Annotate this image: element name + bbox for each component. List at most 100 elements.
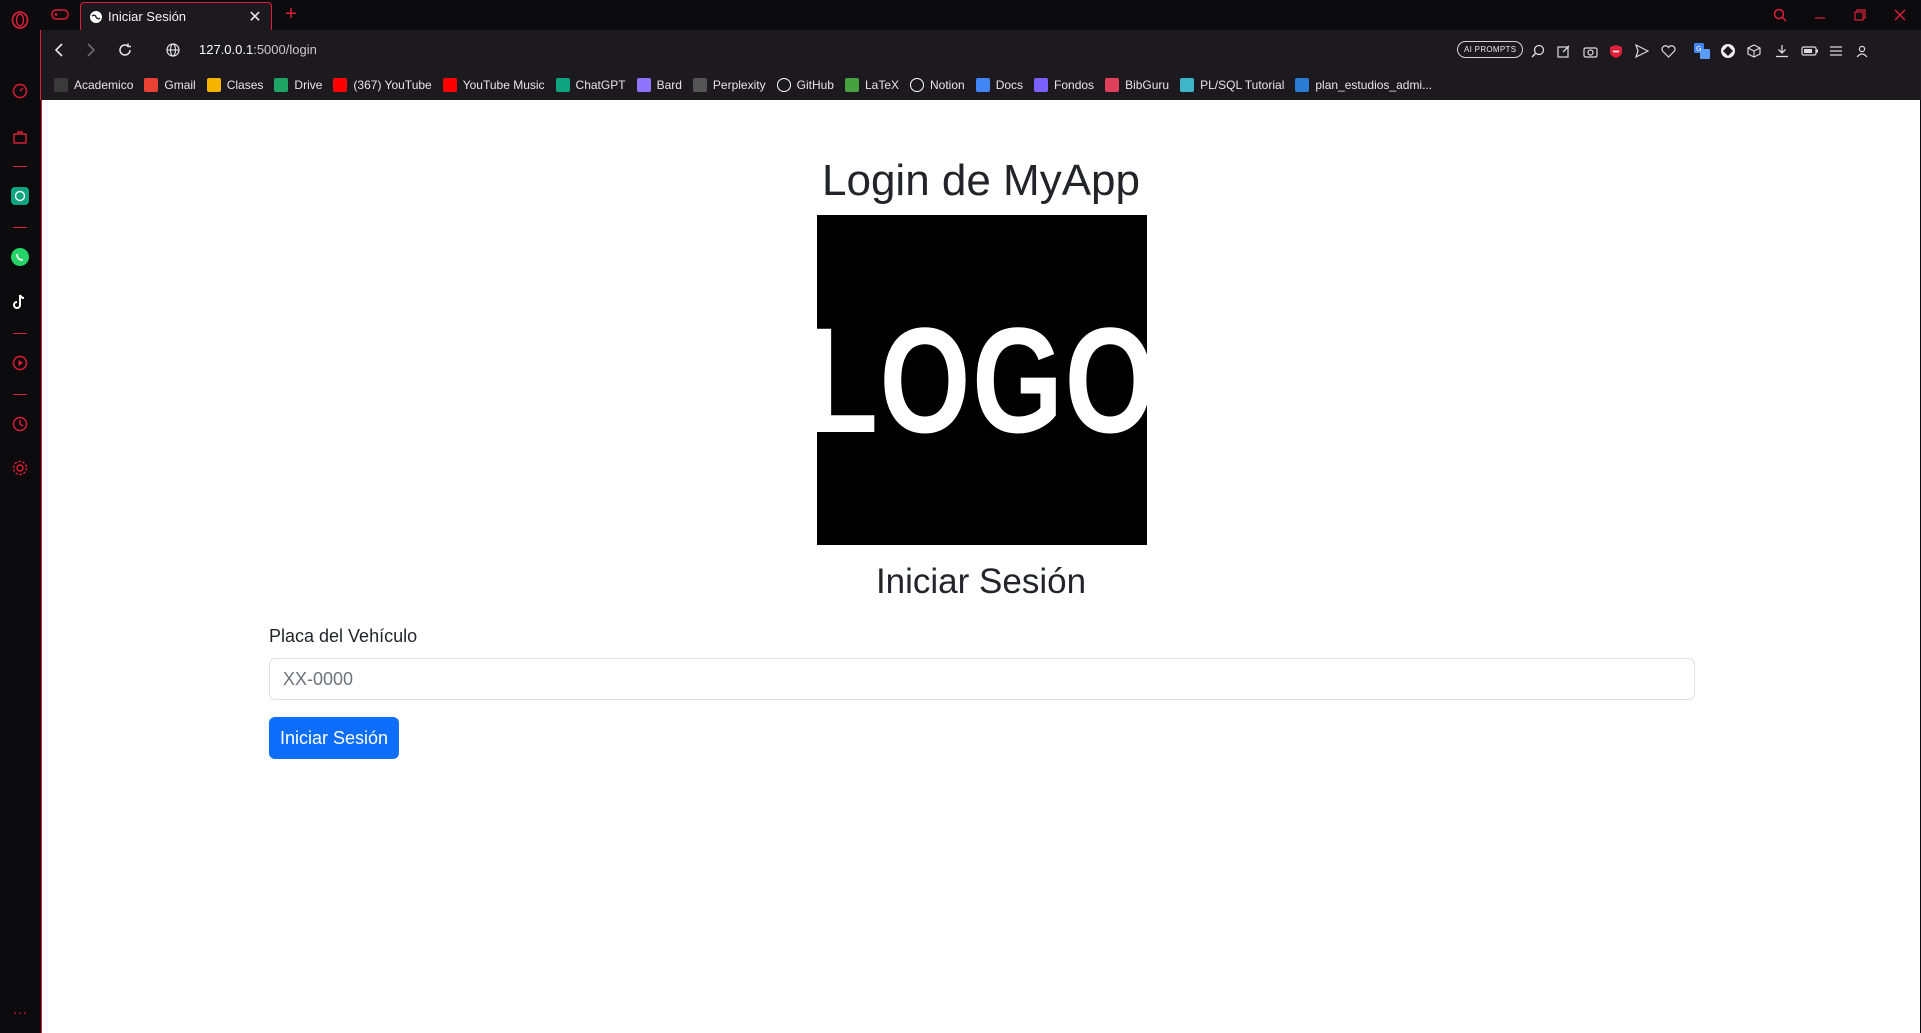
page-title: Login de MyApp: [822, 156, 1140, 205]
bookmark-label: Clases: [226, 78, 264, 92]
tab-close-icon[interactable]: ✕: [247, 7, 263, 27]
drive-icon: [274, 78, 289, 92]
overleaf-icon: [844, 78, 859, 92]
bookmark-item[interactable]: ChatGPT: [555, 78, 626, 92]
bookmark-item[interactable]: YouTube Music: [442, 78, 545, 92]
bookmark-item[interactable]: PL/SQL Tutorial: [1180, 78, 1284, 92]
more-options-icon[interactable]: ···: [8, 1000, 32, 1024]
bookmark-item[interactable]: Fondos: [1034, 78, 1094, 92]
restore-icon[interactable]: [1848, 5, 1872, 25]
bookmark-item[interactable]: Perplexity: [692, 78, 766, 92]
site-info-globe-icon[interactable]: [161, 38, 185, 62]
bookmark-label: Gmail: [164, 78, 196, 92]
chatgpt-icon[interactable]: [8, 184, 32, 208]
bookmark-label: (367) YouTube: [353, 78, 432, 92]
logo-image: LOGO: [807, 215, 1156, 545]
bookmark-item[interactable]: GitHub: [776, 78, 834, 92]
adblock-shield-icon[interactable]: [1607, 42, 1625, 60]
browser-window: ··· Iniciar Sesión ✕ + 127.0.0.1:5000/lo…: [0, 0, 1921, 1033]
snapshot-camera-icon[interactable]: [1581, 42, 1599, 60]
address-toolbar: 127.0.0.1:5000/login AI PROMPTS G: [40, 30, 1921, 70]
bookmark-item[interactable]: (367) YouTube: [333, 78, 432, 92]
notion-icon: [910, 78, 924, 92]
sidebar-divider: [13, 333, 27, 334]
search-tabs-icon[interactable]: [1768, 5, 1792, 25]
plate-field-label: Placa del Vehículo: [269, 626, 418, 646]
bookmark-label: Notion: [930, 78, 965, 92]
back-icon[interactable]: [47, 38, 71, 62]
bookmark-item[interactable]: Academico: [54, 78, 133, 92]
bookmark-label: YouTube Music: [462, 78, 545, 92]
battery-icon[interactable]: [1801, 42, 1819, 60]
edit-icon[interactable]: [1555, 42, 1573, 60]
logo-text: LOGO: [806, 296, 1158, 464]
forward-icon[interactable]: [79, 38, 103, 62]
bookmark-label: ChatGPT: [575, 78, 626, 92]
bookmark-item[interactable]: Bard: [636, 78, 682, 92]
opera-logo-icon[interactable]: [8, 8, 32, 32]
fondos-icon: [1034, 78, 1049, 92]
bookmark-item[interactable]: Gmail: [144, 78, 196, 92]
plate-input[interactable]: [269, 658, 1695, 700]
download-icon[interactable]: [1773, 42, 1791, 60]
url-host: 127.0.0.1: [199, 42, 254, 57]
minimize-icon[interactable]: [1808, 5, 1832, 25]
perplexity-icon: [692, 78, 707, 92]
profile-icon[interactable]: [1853, 42, 1871, 60]
settings-gear-icon[interactable]: [8, 456, 32, 480]
toolbox-icon[interactable]: [8, 125, 32, 149]
globe-icon: [90, 10, 102, 23]
new-tab-button[interactable]: +: [280, 3, 302, 26]
ai-prompts-button[interactable]: AI PROMPTS: [1457, 41, 1524, 58]
translate-icon[interactable]: G: [1693, 42, 1711, 60]
bookmark-item[interactable]: Docs: [975, 78, 1024, 92]
plsql-icon: [1180, 78, 1195, 92]
bookmark-label: Academico: [74, 78, 134, 92]
bookmark-label: Fondos: [1054, 78, 1095, 92]
plan-icon: [1295, 78, 1310, 92]
youtube-music-icon: [442, 78, 457, 92]
extensions-cube-icon[interactable]: [1745, 42, 1763, 60]
url-path: :5000/login: [253, 42, 317, 57]
speedometer-icon[interactable]: [8, 79, 32, 103]
tiktok-icon[interactable]: [8, 290, 32, 314]
tab-iniciar-sesion[interactable]: Iniciar Sesión ✕: [80, 2, 272, 30]
bookmark-label: PL/SQL Tutorial: [1200, 78, 1285, 92]
tab-title: Iniciar Sesión: [108, 9, 187, 24]
gmail-icon: [144, 78, 159, 92]
login-submit-button[interactable]: Iniciar Sesión: [269, 717, 399, 759]
bookmark-item[interactable]: LaTeX: [844, 78, 899, 92]
bookmark-label: GitHub: [796, 78, 834, 92]
bookmark-item[interactable]: Drive: [274, 78, 322, 92]
sidebar-divider: [13, 166, 27, 167]
bookmark-label: Docs: [995, 78, 1024, 92]
opera-sidebar: ···: [0, 0, 40, 1033]
whatsapp-icon[interactable]: [8, 245, 32, 269]
sidebar-divider: [13, 227, 27, 228]
bookmark-label: Bard: [656, 78, 682, 92]
easy-setup-menu-icon[interactable]: [1827, 42, 1845, 60]
history-icon[interactable]: [8, 412, 32, 436]
reload-icon[interactable]: [113, 38, 137, 62]
zoom-search-icon[interactable]: [1529, 42, 1547, 60]
github-icon: [776, 78, 791, 92]
bookmark-item[interactable]: BibGuru: [1105, 78, 1169, 92]
bookmark-label: plan_estudios_admi...: [1315, 78, 1433, 92]
bookmark-label: LaTeX: [864, 78, 899, 92]
close-window-icon[interactable]: [1888, 5, 1912, 25]
bookmarks-bar: Academico Gmail Clases Drive (367) YouTube Yo…: [40, 70, 1921, 100]
bookmark-label: Drive: [294, 78, 323, 92]
bookmark-item[interactable]: Clases: [206, 78, 264, 92]
gamepad-icon[interactable]: [50, 6, 70, 24]
send-icon[interactable]: [1633, 42, 1651, 60]
url-field[interactable]: 127.0.0.1:5000/login: [199, 42, 317, 57]
bookmark-item[interactable]: Notion: [910, 78, 965, 92]
bookmark-label: BibGuru: [1125, 78, 1170, 92]
player-icon[interactable]: [8, 351, 32, 375]
heart-icon[interactable]: [1659, 42, 1677, 60]
bookmark-label: Perplexity: [712, 78, 766, 92]
login-heading: Iniciar Sesión: [875, 562, 1087, 601]
vpn-extension-icon[interactable]: [1719, 42, 1737, 60]
classroom-icon: [206, 78, 221, 92]
bookmark-item[interactable]: plan_estudios_admi...: [1295, 78, 1432, 92]
